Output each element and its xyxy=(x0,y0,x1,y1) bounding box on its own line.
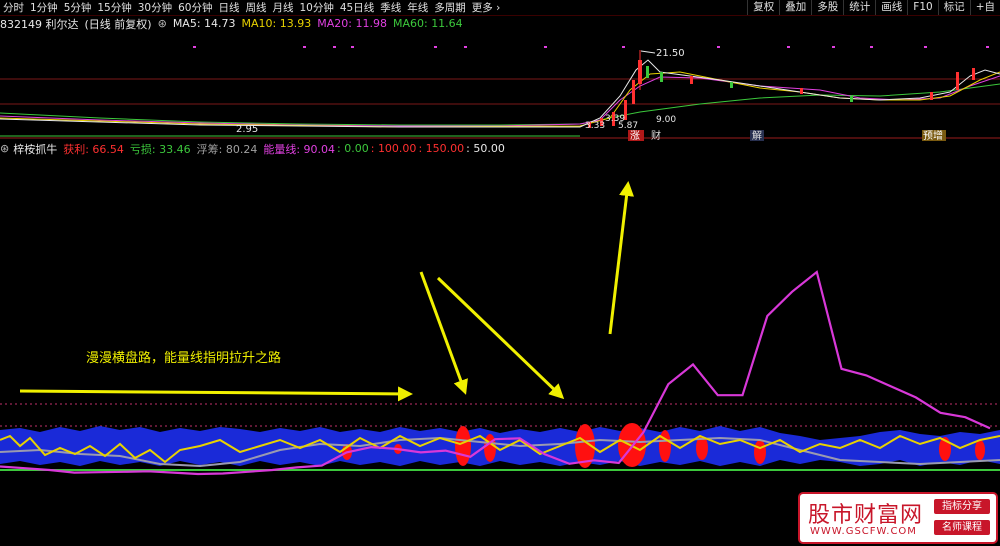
level150-legend: : 150.00 xyxy=(418,142,464,155)
level0-legend: : 0.00 xyxy=(337,142,369,155)
watermark-tag-course: 名师课程 xyxy=(934,520,990,535)
indicator-info-row: ⊛ 梓桉抓牛 获利: 66.54 亏损: 33.46 浮筹: 80.24 能量线… xyxy=(0,141,505,156)
event-tag-jie[interactable]: 解 xyxy=(752,129,762,142)
energy-legend: 能量线: 90.04 xyxy=(263,141,335,157)
watermark-tag-share: 指标分享 xyxy=(934,499,990,514)
energy-value: 90.04 xyxy=(303,142,336,156)
event-tag-zhang[interactable]: 涨 xyxy=(630,130,640,142)
float-label: 浮筹: xyxy=(196,142,226,156)
level100-label: : xyxy=(370,142,378,155)
level0-value: 0.00 xyxy=(344,142,369,155)
profit-label: 获利: xyxy=(63,142,93,156)
loss-label: 亏损: xyxy=(129,142,160,156)
watermark-title: 股市财富网 xyxy=(808,503,924,528)
arrow-horizontal xyxy=(19,386,413,402)
signal-dots xyxy=(193,46,989,48)
profit-legend: 获利: 66.54 xyxy=(63,141,124,157)
arrow-diagonal-2 xyxy=(436,276,565,400)
watermark-url: WWW.GSCFW.COM xyxy=(810,526,917,537)
event-tag-yuzeng[interactable]: 预增 xyxy=(923,129,943,142)
price-mid2-label: 5.87 xyxy=(618,121,638,131)
indicator-settings-icon[interactable]: ⊛ xyxy=(0,142,9,155)
price-high-pointer xyxy=(640,50,656,54)
profit-value: 66.54 xyxy=(92,142,124,156)
indicator-name: 梓桉抓牛 xyxy=(13,142,58,156)
annotation-text: 漫漫横盘路，能量线指明拉升之路 xyxy=(86,350,281,366)
level50-value: 50.00 xyxy=(473,142,505,155)
price-low-label: 2.95 xyxy=(236,124,258,135)
chart-canvas[interactable]: 21.50 2.95 3.39 9.00 3.33 5.87 涨 财 解 预增 xyxy=(0,0,1000,546)
ma5-line xyxy=(0,59,1000,128)
level150-label: : xyxy=(418,142,426,155)
price-mid3-label: 3.33 xyxy=(585,121,605,131)
price-high-label: 21.50 xyxy=(656,48,685,59)
price-mid4-label: 9.00 xyxy=(656,115,676,125)
level100-value: 100.00 xyxy=(377,142,417,155)
arrow-diagonal-1 xyxy=(419,271,468,395)
level150-value: 150.00 xyxy=(425,142,465,155)
arrow-up xyxy=(608,181,635,335)
float-value: 80.24 xyxy=(225,142,258,156)
loss-legend: 亏损: 33.46 xyxy=(130,141,191,157)
energy-label: 能量线: xyxy=(263,142,304,156)
float-legend: 浮筹: 80.24 xyxy=(197,141,258,157)
event-tags: 涨 财 解 预增 xyxy=(628,129,946,142)
level100-legend: : 100.00 xyxy=(371,142,417,155)
watermark-logo: 股市财富网 WWW.GSCFW.COM 指标分享 名师课程 xyxy=(798,492,998,544)
loss-value: 33.46 xyxy=(159,142,191,156)
level50-legend: : 50.00 xyxy=(466,142,505,155)
event-tag-cai[interactable]: 财 xyxy=(651,129,661,142)
